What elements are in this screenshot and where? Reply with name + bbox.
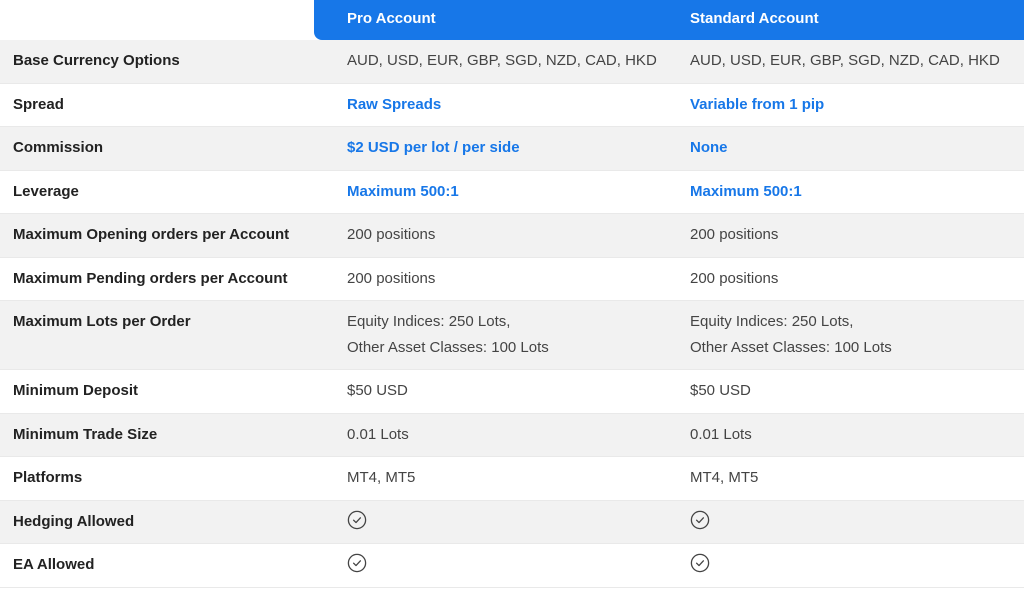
- header-standard-account: Standard Account: [690, 10, 819, 27]
- table-row: Minimum Deposit $50 USD $50 USD: [0, 370, 1024, 414]
- standard-value: AUD, USD, EUR, GBP, SGD, NZD, CAD, HKD: [690, 52, 1000, 69]
- pro-value-line-2: Other Asset Classes: 100 Lots: [347, 339, 549, 356]
- table-header: Pro Account Standard Account: [0, 0, 1024, 40]
- standard-value: $50 USD: [690, 382, 751, 399]
- pro-value-line-1: Equity Indices: 250 Lots,: [347, 313, 511, 330]
- standard-value: Maximum 500:1: [690, 183, 802, 200]
- check-circle-icon: [347, 553, 367, 573]
- pro-value: 0.01 Lots: [347, 426, 409, 443]
- standard-value-line-2: Other Asset Classes: 100 Lots: [690, 339, 892, 356]
- standard-value-line-1: Equity Indices: 250 Lots,: [690, 313, 854, 330]
- row-label: Leverage: [13, 183, 79, 200]
- pro-value: [347, 501, 677, 539]
- account-comparison-table: Pro Account Standard Account Base Curren…: [0, 0, 1024, 588]
- standard-value: Equity Indices: 250 Lots, Other Asset Cl…: [690, 301, 1020, 361]
- pro-value: $2 USD per lot / per side: [347, 139, 520, 156]
- standard-value: None: [690, 139, 728, 156]
- standard-value: 200 positions: [690, 226, 779, 243]
- table-row: Maximum Lots per Order Equity Indices: 2…: [0, 301, 1024, 370]
- check-circle-icon: [690, 553, 710, 573]
- standard-value: 200 positions: [690, 270, 779, 287]
- row-label: Minimum Deposit: [13, 382, 139, 399]
- pro-value: Maximum 500:1: [347, 183, 459, 200]
- standard-value: [690, 501, 1020, 539]
- pro-value: $50 USD: [347, 382, 408, 399]
- check-circle-icon: [690, 510, 710, 530]
- table-row: Platforms MT4, MT5 MT4, MT5: [0, 457, 1024, 501]
- row-label: EA Allowed: [13, 556, 95, 573]
- table-row: Spread Raw Spreads Variable from 1 pip: [0, 84, 1024, 127]
- pro-value: Raw Spreads: [347, 96, 442, 113]
- table-row: Commission $2 USD per lot / per side Non…: [0, 127, 1024, 171]
- standard-value: [690, 544, 1020, 582]
- table-row: Base Currency Options AUD, USD, EUR, GBP…: [0, 40, 1024, 84]
- table-row: Minimum Trade Size 0.01 Lots 0.01 Lots: [0, 414, 1024, 457]
- row-label: Maximum Pending orders per Account: [13, 270, 288, 287]
- row-label: Base Currency Options: [13, 52, 180, 69]
- pro-value: AUD, USD, EUR, GBP, SGD, NZD, CAD, HKD: [347, 52, 657, 69]
- row-label: Maximum Lots per Order: [13, 313, 191, 330]
- row-label: Maximum Opening orders per Account: [13, 226, 290, 243]
- pro-value: [347, 544, 677, 582]
- check-circle-icon: [347, 510, 367, 530]
- standard-value: Variable from 1 pip: [690, 96, 825, 113]
- pro-value: MT4, MT5: [347, 469, 416, 486]
- row-label: Commission: [13, 139, 104, 156]
- pro-value: 200 positions: [347, 270, 436, 287]
- standard-value: MT4, MT5: [690, 469, 759, 486]
- table-row: Maximum Opening orders per Account 200 p…: [0, 214, 1024, 258]
- table-row: EA Allowed: [0, 544, 1024, 588]
- row-label: Platforms: [13, 469, 83, 486]
- row-label: Hedging Allowed: [13, 513, 135, 530]
- row-label: Spread: [13, 96, 64, 113]
- row-label: Minimum Trade Size: [13, 426, 158, 443]
- header-pro-account: Pro Account: [347, 10, 436, 27]
- table-row: Maximum Pending orders per Account 200 p…: [0, 258, 1024, 301]
- pro-value: 200 positions: [347, 226, 436, 243]
- table-row: Leverage Maximum 500:1 Maximum 500:1: [0, 171, 1024, 214]
- table-row: Hedging Allowed: [0, 501, 1024, 544]
- standard-value: 0.01 Lots: [690, 426, 752, 443]
- pro-value: Equity Indices: 250 Lots, Other Asset Cl…: [347, 301, 677, 361]
